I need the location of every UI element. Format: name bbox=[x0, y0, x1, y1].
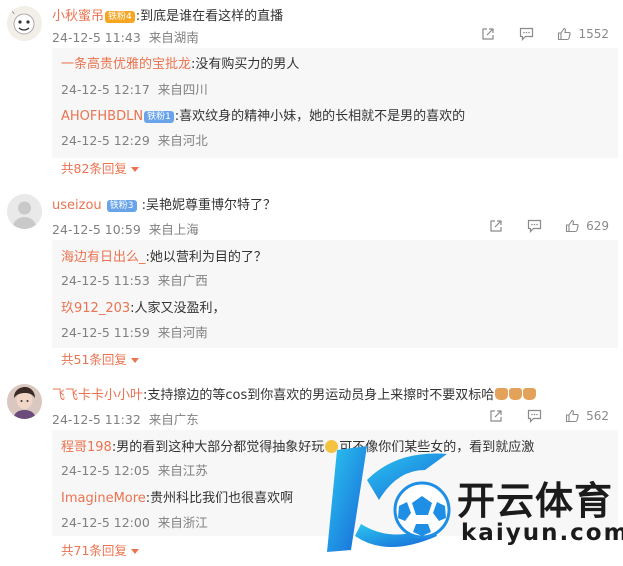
comment-meta: 24-12-5 11:32 来自广东 bbox=[52, 409, 199, 428]
more-replies-label: 共82条回复 bbox=[61, 161, 127, 176]
timestamp: 24-12-5 11:43 bbox=[52, 30, 141, 45]
comment-item: useizou 铁粉3 :吴艳妮尊重博尔特了？ 24-12-5 10:59 来自… bbox=[0, 186, 623, 376]
cat-emoji-icon bbox=[509, 388, 523, 400]
caret-down-icon bbox=[130, 358, 139, 363]
comment-item: ヽ 小秋蜜吊 铁粉4:到底是谁在看这样的直播 24-12-5 11:43 来自湖南… bbox=[0, 0, 623, 180]
fan-badge: 铁粉4 bbox=[105, 11, 135, 23]
share-icon[interactable] bbox=[486, 218, 506, 234]
timestamp: 24-12-5 11:59 bbox=[61, 325, 150, 340]
share-icon[interactable] bbox=[486, 408, 506, 424]
like-icon[interactable] bbox=[562, 218, 582, 234]
comment-text: :支持擦边的等cos到你喜欢的男运动员身上来擦时不要双标哈 bbox=[143, 388, 495, 403]
comment-text: :吴艳妮尊重博尔特了？ bbox=[141, 198, 277, 213]
reply-meta: 24-12-5 12:05 来自江苏 bbox=[61, 460, 208, 479]
reply-username[interactable]: 玖912_203 bbox=[61, 301, 130, 316]
comment-text: :到底是谁在看这样的直播 bbox=[135, 9, 284, 24]
like-icon[interactable] bbox=[562, 408, 582, 424]
like-count: 562 bbox=[586, 409, 609, 423]
caret-down-icon bbox=[130, 167, 139, 172]
reply-list: 一条高贵优雅的宝批龙:没有购买力的男人 24-12-5 12:17 来自四川 A… bbox=[52, 48, 618, 158]
fan-badge: 铁粉3 bbox=[106, 200, 137, 212]
location: 来自广东 bbox=[148, 412, 199, 427]
comment-header: 小秋蜜吊 铁粉4:到底是谁在看这样的直播 bbox=[52, 5, 283, 24]
timestamp: 24-12-5 12:00 bbox=[61, 515, 150, 530]
more-replies-link[interactable]: 共51条回复 bbox=[61, 349, 139, 368]
svg-text:ヽ: ヽ bbox=[10, 10, 16, 17]
reply-meta: 24-12-5 12:17 来自四川 bbox=[61, 79, 208, 98]
like-count: 1552 bbox=[578, 27, 609, 41]
brand-watermark: 开云体育 kaiyun.com bbox=[327, 440, 623, 562]
comment-actions: 562 bbox=[468, 408, 609, 424]
reply-meta: 24-12-5 11:59 来自河南 bbox=[61, 322, 208, 341]
like-icon[interactable] bbox=[554, 26, 574, 42]
timestamp: 24-12-5 11:53 bbox=[61, 273, 150, 288]
reply-meta: 24-12-5 12:29 来自河北 bbox=[61, 130, 208, 149]
reply-text: :男的看到这种大部分都觉得抽象好玩 bbox=[111, 440, 325, 455]
caret-down-icon bbox=[130, 549, 139, 554]
reply-username[interactable]: ImagineMore bbox=[61, 491, 146, 506]
reply-username[interactable]: AHOFHBDLN bbox=[61, 109, 143, 124]
reply-list: 海边有日出么_:她以营利为目的了？ 24-12-5 11:53 来自广西 玖91… bbox=[52, 240, 618, 348]
reply-text: :她以营利为目的了？ bbox=[145, 250, 267, 265]
reply-text: :人家又没盈利， bbox=[130, 301, 226, 316]
reply-item: 一条高贵优雅的宝批龙:没有购买力的男人 bbox=[61, 53, 299, 72]
comment-header: useizou 铁粉3 :吴艳妮尊重博尔特了？ bbox=[52, 194, 276, 213]
avatar[interactable] bbox=[7, 384, 42, 419]
location: 来自上海 bbox=[148, 222, 199, 237]
location: 来自广西 bbox=[157, 273, 208, 288]
location: 来自浙江 bbox=[157, 515, 208, 530]
share-icon[interactable] bbox=[478, 26, 498, 42]
timestamp: 24-12-5 12:17 bbox=[61, 82, 150, 97]
more-replies-link[interactable]: 共82条回复 bbox=[61, 158, 139, 177]
brand-name-en: kaiyun.com bbox=[461, 520, 623, 546]
username[interactable]: useizou bbox=[52, 198, 102, 213]
timestamp: 24-12-5 10:59 bbox=[52, 222, 141, 237]
reply-username[interactable]: 程哥198 bbox=[61, 440, 112, 455]
reply-text: :贵州科比我们也很喜欢啊 bbox=[145, 491, 294, 506]
more-replies-label: 共51条回复 bbox=[61, 352, 127, 367]
comment-icon[interactable] bbox=[516, 26, 536, 42]
avatar[interactable] bbox=[7, 194, 42, 229]
comment-meta: 24-12-5 10:59 来自上海 bbox=[52, 219, 199, 238]
comment-icon[interactable] bbox=[524, 408, 544, 424]
reply-username[interactable]: 海边有日出么_ bbox=[61, 250, 146, 265]
reply-username[interactable]: 一条高贵优雅的宝批龙 bbox=[61, 57, 191, 72]
location: 来自河北 bbox=[157, 133, 208, 148]
avatar[interactable]: ヽ bbox=[7, 6, 42, 41]
fan-badge: 铁粉1 bbox=[144, 111, 174, 123]
username[interactable]: 小秋蜜吊 bbox=[52, 9, 104, 24]
location: 来自四川 bbox=[157, 82, 208, 97]
reply-meta: 24-12-5 12:00 来自浙江 bbox=[61, 512, 208, 531]
brand-name-cn: 开云体育 bbox=[457, 479, 614, 523]
like-count: 629 bbox=[586, 219, 609, 233]
comment-icon[interactable] bbox=[524, 218, 544, 234]
more-replies-link[interactable]: 共71条回复 bbox=[61, 540, 139, 559]
more-replies-label: 共71条回复 bbox=[61, 543, 127, 558]
comment-actions: 1552 bbox=[460, 26, 609, 42]
timestamp: 24-12-5 12:29 bbox=[61, 133, 150, 148]
comment-header: 飞飞卡卡小小叶:支持擦边的等cos到你喜欢的男运动员身上来擦时不要双标哈 bbox=[52, 384, 537, 403]
location: 来自江苏 bbox=[157, 463, 208, 478]
comment-actions: 629 bbox=[468, 218, 609, 234]
reply-text: :没有购买力的男人 bbox=[191, 57, 300, 72]
cat-emoji-icon bbox=[495, 388, 509, 400]
reply-item: 玖912_203:人家又没盈利， bbox=[61, 297, 226, 316]
timestamp: 24-12-5 12:05 bbox=[61, 463, 150, 478]
reply-item: ImagineMore:贵州科比我们也很喜欢啊 bbox=[61, 487, 293, 506]
location: 来自河南 bbox=[157, 325, 208, 340]
reply-meta: 24-12-5 11:53 来自广西 bbox=[61, 270, 208, 289]
reply-text: :喜欢纹身的精神小妹，她的长相就不是男的喜欢的 bbox=[174, 109, 466, 124]
cat-emoji-icon bbox=[523, 388, 537, 400]
comment-meta: 24-12-5 11:43 来自湖南 bbox=[52, 27, 199, 46]
timestamp: 24-12-5 11:32 bbox=[52, 412, 141, 427]
reply-item: AHOFHBDLN 铁粉1:喜欢纹身的精神小妹，她的长相就不是男的喜欢的 bbox=[61, 105, 465, 124]
username[interactable]: 飞飞卡卡小小叶 bbox=[52, 388, 143, 403]
reply-item: 海边有日出么_:她以营利为目的了？ bbox=[61, 246, 267, 265]
location: 来自湖南 bbox=[148, 30, 199, 45]
